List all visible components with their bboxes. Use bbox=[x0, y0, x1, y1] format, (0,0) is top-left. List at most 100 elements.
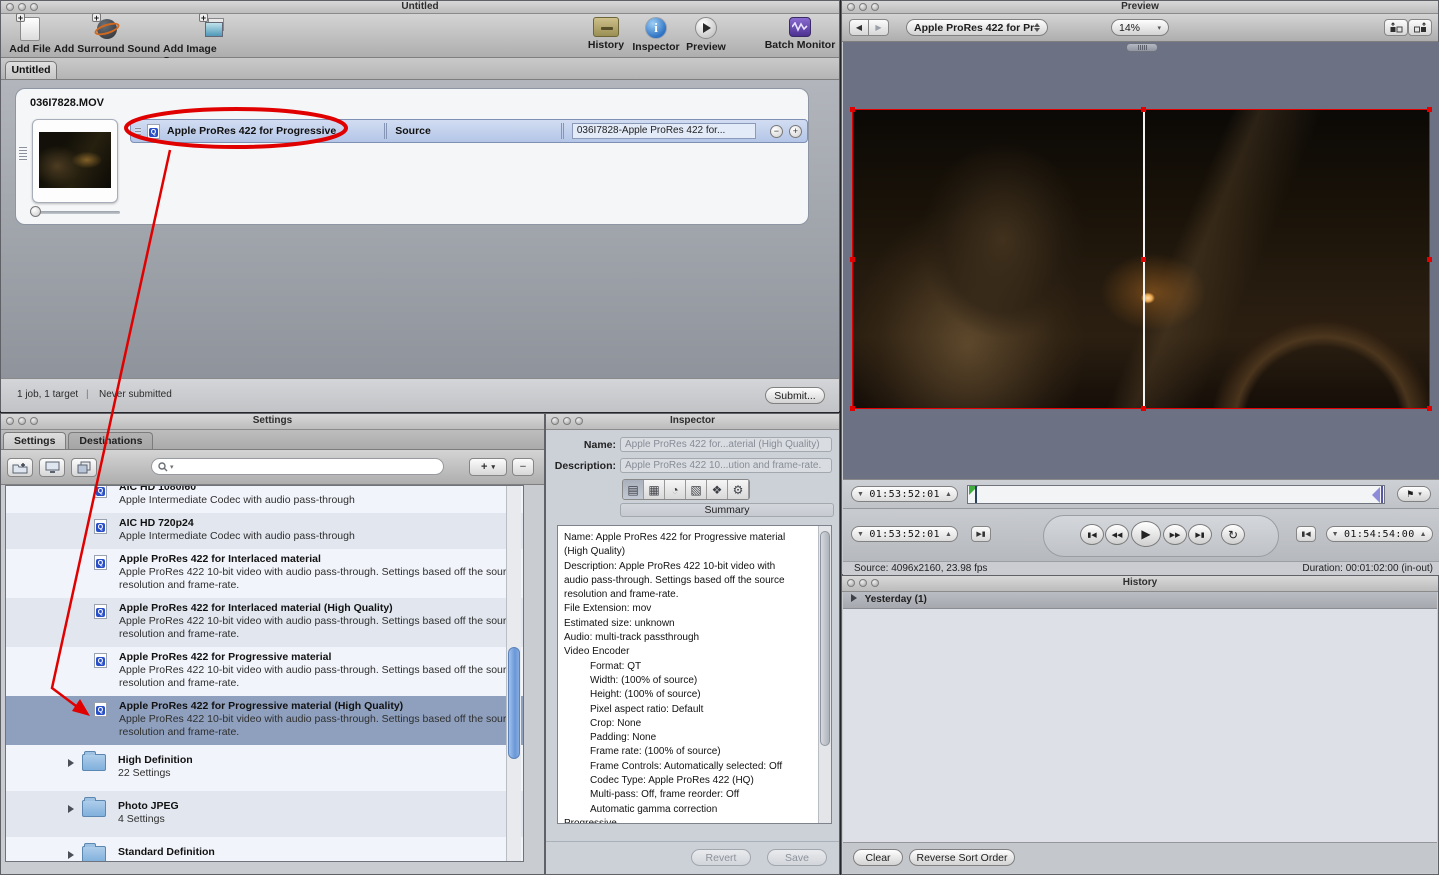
inspector-window-titlebar[interactable]: Inspector bbox=[546, 414, 839, 430]
crop-handle[interactable] bbox=[850, 406, 855, 411]
submit-button[interactable]: Submit... bbox=[765, 387, 825, 404]
window-controls[interactable] bbox=[6, 3, 38, 11]
window-controls[interactable] bbox=[847, 579, 879, 587]
disclosure-triangle-icon[interactable] bbox=[68, 805, 74, 813]
inspector-pane-button[interactable]: ⚙ bbox=[728, 480, 749, 499]
duplicate-setting-button[interactable] bbox=[71, 458, 97, 477]
search-scope-arrow[interactable]: ▾ bbox=[170, 463, 174, 471]
search-input[interactable]: ▾ bbox=[151, 458, 444, 475]
out-point-marker[interactable] bbox=[1372, 487, 1380, 503]
crop-handle[interactable] bbox=[1427, 107, 1432, 112]
minimize-icon[interactable] bbox=[859, 3, 867, 11]
inspector-pane-button[interactable]: ❖ bbox=[707, 480, 728, 499]
minimize-icon[interactable] bbox=[563, 417, 571, 425]
target-output-filename[interactable]: 036I7828-Apple ProRes 422 for... bbox=[572, 123, 756, 139]
minimize-icon[interactable] bbox=[18, 3, 26, 11]
setting-list-item[interactable]: Q Apple ProRes 422 for Progressive mater… bbox=[6, 647, 523, 696]
zoom-icon[interactable] bbox=[871, 3, 879, 11]
timecode-up-arrow[interactable]: ▲ bbox=[945, 491, 952, 498]
go-to-end-button[interactable]: ▶▮ bbox=[1188, 524, 1212, 545]
show-source-view-button[interactable] bbox=[1384, 19, 1408, 36]
setting-list-item[interactable]: Q Apple ProRes 422 for Progressive mater… bbox=[6, 696, 523, 745]
inspector-pane-button[interactable]: ▤ bbox=[623, 480, 644, 499]
remove-setting-button[interactable]: − bbox=[512, 458, 534, 476]
video-frame[interactable] bbox=[852, 109, 1430, 409]
in-point-timecode[interactable]: ▼ 01:53:52:01 ▲ bbox=[851, 526, 958, 542]
marker-popup-button[interactable]: ⚑ ▾ bbox=[1397, 486, 1431, 502]
minimize-icon[interactable] bbox=[18, 417, 26, 425]
clear-button[interactable]: Clear bbox=[853, 849, 903, 866]
window-controls[interactable] bbox=[6, 417, 38, 425]
window-controls[interactable] bbox=[551, 417, 583, 425]
settings-window-titlebar[interactable]: Settings bbox=[1, 414, 544, 430]
next-item-button[interactable]: ▶ bbox=[869, 19, 889, 36]
pane-splitter-handle[interactable] bbox=[1126, 43, 1158, 52]
setting-group-row[interactable]: Photo JPEG 4 Settings bbox=[6, 791, 523, 837]
setting-list-item[interactable]: Q AIC HD 720p24 Apple Intermediate Codec… bbox=[6, 513, 523, 549]
description-field[interactable]: Apple ProRes 422 10...ution and frame-ra… bbox=[620, 458, 832, 473]
inspector-pane-button[interactable]: ◔ bbox=[665, 480, 686, 499]
preview-button[interactable]: Preview bbox=[683, 17, 729, 53]
scrollbar-thumb[interactable] bbox=[508, 647, 520, 759]
playhead-timecode[interactable]: ▼ 01:53:52:01 ▲ bbox=[851, 486, 958, 502]
settings-tab[interactable]: Settings bbox=[3, 432, 66, 449]
remove-target-button[interactable]: − bbox=[770, 125, 783, 138]
summary-scrollbar[interactable] bbox=[818, 526, 831, 823]
previous-item-button[interactable]: ◀ bbox=[849, 19, 869, 36]
crop-handle[interactable] bbox=[1427, 406, 1432, 411]
reverse-sort-order-button[interactable]: Reverse Sort Order bbox=[909, 849, 1015, 866]
out-point-timecode[interactable]: ▼ 01:54:54:00 ▲ bbox=[1326, 526, 1433, 542]
crop-handle[interactable] bbox=[1427, 257, 1432, 262]
thumbnail-scrub-slider[interactable] bbox=[30, 206, 120, 218]
timecode-down-arrow[interactable]: ▼ bbox=[857, 491, 864, 498]
zoom-level-popup[interactable]: 14% ▾ bbox=[1111, 19, 1169, 36]
disclosure-triangle-icon[interactable] bbox=[68, 759, 74, 767]
column-divider[interactable] bbox=[561, 123, 562, 139]
save-button[interactable]: Save bbox=[767, 849, 827, 866]
crop-handle[interactable] bbox=[850, 257, 855, 262]
add-target-button[interactable]: + bbox=[789, 125, 802, 138]
settings-scrollbar[interactable] bbox=[506, 486, 521, 861]
batch-window-titlebar[interactable]: Untitled bbox=[1, 1, 839, 14]
batch-monitor-button[interactable]: Batch Monitor bbox=[763, 17, 837, 51]
column-divider[interactable] bbox=[384, 123, 385, 139]
settings-tab[interactable]: Destinations bbox=[68, 432, 153, 449]
set-in-point-button[interactable]: ▶▮ bbox=[971, 526, 991, 542]
step-backward-button[interactable]: ◀◀ bbox=[1105, 524, 1129, 545]
close-icon[interactable] bbox=[6, 417, 14, 425]
setting-list-item[interactable]: Q AIC HD 1080i60 Apple Intermediate Code… bbox=[6, 485, 523, 513]
disclosure-triangle-icon[interactable] bbox=[851, 594, 857, 602]
inspector-button[interactable]: i Inspector bbox=[631, 17, 681, 53]
setting-list-item[interactable]: Q Apple ProRes 422 for Interlaced materi… bbox=[6, 598, 523, 647]
setting-list-item[interactable]: Q Apple ProRes 422 for Interlaced materi… bbox=[6, 549, 523, 598]
disclosure-triangle-icon[interactable] bbox=[68, 851, 74, 859]
setting-group-row[interactable]: Standard Definition bbox=[6, 837, 523, 862]
preview-window-titlebar[interactable]: Preview bbox=[842, 1, 1438, 14]
batch-tab-untitled[interactable]: Untitled bbox=[5, 61, 57, 79]
preview-setting-button[interactable] bbox=[39, 458, 65, 477]
job-panel[interactable]: 036I7828.MOV Q Apple ProRes 422 for Prog… bbox=[15, 88, 809, 225]
set-out-point-button[interactable]: ▮◀ bbox=[1296, 526, 1316, 542]
history-window-titlebar[interactable]: History bbox=[842, 576, 1438, 592]
add-surround-sound-button[interactable]: + Add Surround Sound bbox=[51, 17, 163, 55]
slider-knob[interactable] bbox=[30, 206, 41, 217]
target-grip-handle[interactable] bbox=[135, 128, 141, 135]
crop-handle[interactable] bbox=[1141, 257, 1146, 262]
crop-handle[interactable] bbox=[1141, 406, 1146, 411]
revert-button[interactable]: Revert bbox=[691, 849, 751, 866]
close-icon[interactable] bbox=[6, 3, 14, 11]
preview-item-popup[interactable]: Apple ProRes 422 for Pr bbox=[906, 19, 1048, 36]
zoom-icon[interactable] bbox=[30, 3, 38, 11]
timeline-scrubber[interactable] bbox=[967, 485, 1385, 504]
name-field[interactable]: Apple ProRes 422 for...aterial (High Qua… bbox=[620, 437, 832, 452]
job-thumbnail-frame[interactable] bbox=[32, 119, 118, 203]
minimize-icon[interactable] bbox=[859, 579, 867, 587]
add-setting-button[interactable]: +▾ bbox=[469, 458, 507, 476]
crop-handle[interactable] bbox=[1141, 107, 1146, 112]
close-icon[interactable] bbox=[847, 3, 855, 11]
zoom-icon[interactable] bbox=[575, 417, 583, 425]
inspector-pane-button[interactable]: ▦ bbox=[644, 480, 665, 499]
new-group-button[interactable] bbox=[7, 458, 33, 477]
step-forward-button[interactable]: ▶▶ bbox=[1163, 524, 1187, 545]
inspector-pane-button[interactable]: ▧ bbox=[686, 480, 707, 499]
